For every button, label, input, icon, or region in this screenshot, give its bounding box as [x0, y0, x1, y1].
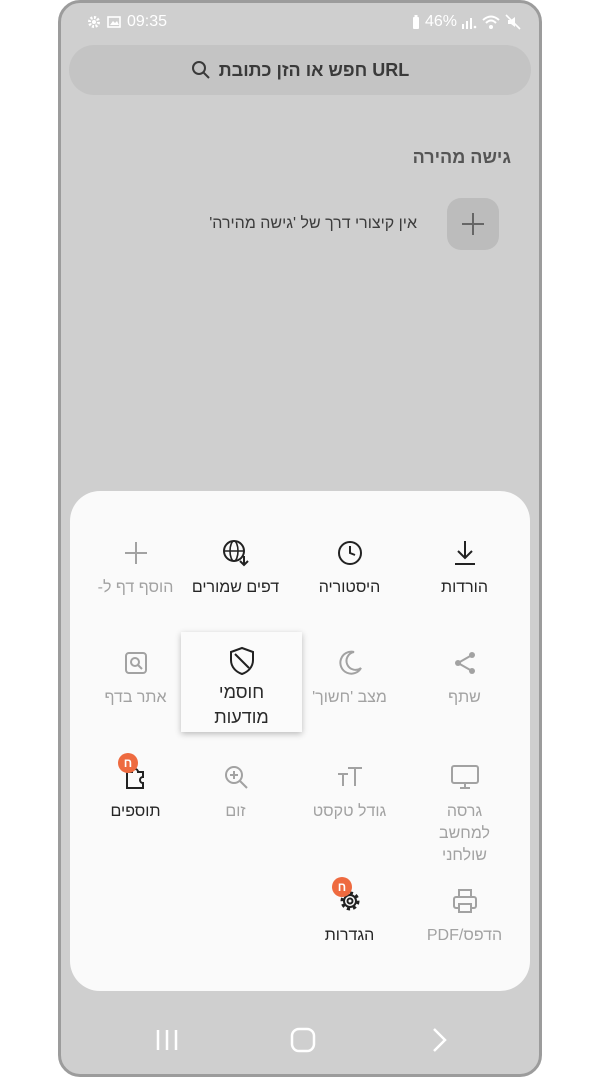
recent-apps-icon	[156, 1030, 178, 1050]
clock: 09:35	[127, 13, 168, 30]
plus-icon	[124, 542, 147, 564]
text-size-icon	[337, 767, 362, 786]
home-icon	[290, 1027, 316, 1053]
share-icon	[454, 652, 475, 674]
search-placeholder: חפש או הזן כתובת URL	[218, 59, 410, 80]
battery-percent: 46%	[424, 13, 457, 30]
menu-item-settings[interactable]: ח הגדרות	[292, 877, 407, 947]
menu-item-saved-pages[interactable]: דפים שמורים	[178, 535, 293, 599]
system-nav-bar	[61, 1020, 539, 1060]
status-left: 46%	[411, 13, 521, 31]
menu-item-label: דפים שמורים	[191, 579, 280, 596]
menu-item-label: הוסף דף ל-	[97, 579, 174, 596]
menu-item-label: הדפס/PDF	[426, 927, 503, 944]
menu-item-label: שתף	[448, 689, 481, 706]
search-icon	[191, 61, 210, 79]
menu-item-add-page-to[interactable]: הוסף דף ל-	[78, 535, 193, 599]
plus-icon	[462, 213, 484, 235]
status-bar: 46% 09:35	[61, 13, 539, 35]
home-button[interactable]	[283, 1020, 323, 1060]
saved-pages-globe-icon	[222, 540, 249, 567]
signal-icon	[462, 18, 477, 29]
menu-item-history[interactable]: היסטוריה	[292, 535, 407, 599]
menu-item-find-in-page[interactable]: אתר בדף	[78, 645, 193, 709]
url-search-bar[interactable]: חפש או הזן כתובת URL	[69, 45, 531, 95]
find-in-page-icon	[124, 652, 147, 674]
wifi-icon	[482, 15, 500, 29]
menu-item-label: גרסה למחשב שולחני	[439, 803, 490, 864]
battery-saver-icon	[412, 15, 419, 29]
menu-item-zoom[interactable]: זום	[178, 759, 293, 823]
image-status-icon	[107, 16, 121, 28]
menu-item-text-size[interactable]: גודל טקסט	[292, 759, 407, 823]
menu-item-label: מצב 'חשוך'	[312, 689, 387, 706]
menu-item-label: אתר בדף	[104, 689, 167, 706]
menu-item-print-pdf[interactable]: הדפס/PDF	[407, 883, 522, 947]
zoom-icon	[224, 766, 248, 789]
settings-status-icon	[88, 16, 100, 28]
history-clock-icon	[337, 541, 362, 565]
download-icon	[454, 541, 475, 565]
menu-item-ad-blockers[interactable]: חוסמי מודעות	[181, 632, 302, 732]
new-badge: ח	[332, 877, 352, 897]
menu-item-label: היסטוריה	[318, 579, 381, 596]
quick-access-title: גישה מהירה	[412, 147, 511, 167]
quick-access-empty-text: אין קיצורי דרך של 'גישה מהירה'	[209, 215, 417, 232]
menu-item-label: הורדות	[441, 579, 488, 596]
recent-apps-button[interactable]	[147, 1020, 187, 1060]
print-icon	[452, 889, 477, 913]
menu-item-label: הגדרות	[324, 927, 375, 944]
mute-icon	[505, 14, 521, 30]
menu-item-downloads[interactable]: הורדות	[407, 535, 522, 599]
menu-item-label: חוסמי מודעות	[214, 682, 269, 727]
browser-menu-sheet: הורדות היסטוריה דפים שמורים הוסף דף ל- ש…	[70, 491, 530, 991]
back-button[interactable]	[419, 1020, 459, 1060]
ad-blocker-shield-icon	[229, 646, 254, 676]
back-chevron-icon	[433, 1028, 447, 1052]
menu-item-label: תוספים	[110, 803, 161, 820]
new-badge: ח	[118, 753, 138, 773]
add-quick-access-button[interactable]	[447, 198, 499, 250]
menu-item-label: זום	[225, 803, 246, 820]
moon-icon	[338, 650, 362, 675]
menu-item-share[interactable]: שתף	[407, 645, 522, 709]
menu-item-desktop-version[interactable]: גרסה למחשב שולחני	[407, 759, 522, 867]
desktop-icon	[450, 765, 479, 789]
status-right: 09:35	[87, 13, 167, 31]
menu-item-label: גודל טקסט	[312, 803, 387, 820]
menu-item-dark-mode[interactable]: מצב 'חשוך'	[292, 645, 407, 709]
menu-item-add-ons[interactable]: ח תוספים	[78, 753, 193, 823]
